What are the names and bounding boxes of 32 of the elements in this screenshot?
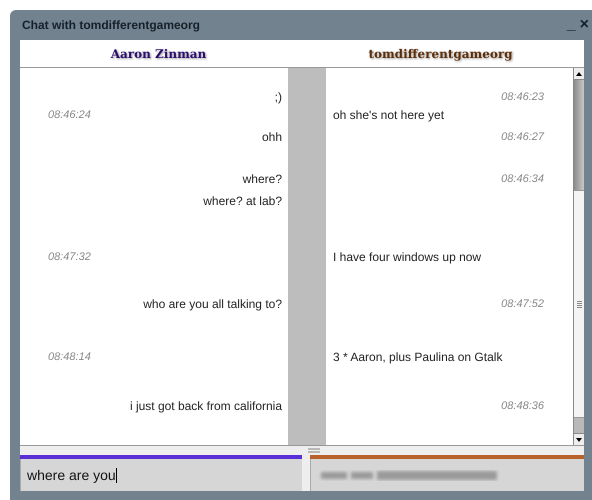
scroll-down-button[interactable] xyxy=(574,433,584,445)
message-text: i just got back from california xyxy=(130,398,282,415)
message-text: oh she's not here yet xyxy=(333,107,444,124)
up-arrow-icon xyxy=(576,72,582,76)
message-input[interactable]: where are you xyxy=(20,459,302,491)
resize-grip-icon[interactable] xyxy=(308,448,320,453)
timestamp: 08:46:24 xyxy=(48,108,91,123)
scroll-up-button[interactable] xyxy=(574,68,584,80)
timestamp: 08:48:14 xyxy=(48,350,91,365)
grip-icon xyxy=(576,300,582,308)
message-text: where? at lab? xyxy=(203,193,282,210)
timestamp: 08:47:32 xyxy=(48,250,91,265)
message-text: I have four windows up now xyxy=(333,249,482,266)
scroll-thumb[interactable] xyxy=(574,190,584,418)
minimize-button[interactable]: _ xyxy=(566,17,577,33)
participant-name: tomdifferentgameorg xyxy=(368,46,513,60)
message-text: ;) xyxy=(274,89,282,106)
close-button[interactable]: × xyxy=(578,17,590,33)
message-text: ohh xyxy=(262,129,282,146)
timestamp: 08:48:36 xyxy=(501,398,544,414)
message-text: 3 * Aaron, plus Paulina on Gtalk xyxy=(333,349,502,366)
down-arrow-icon xyxy=(576,438,582,442)
participant-name: Aaron Zinman xyxy=(110,46,206,60)
scrollbar[interactable] xyxy=(573,68,584,445)
window-title: Chat with tomdifferentgameorg xyxy=(22,17,202,34)
timestamp: 08:46:27 xyxy=(501,130,544,145)
timestamp: 08:46:23 xyxy=(501,90,544,105)
message-text: who are you all talking to? xyxy=(143,296,282,313)
timestamp: 08:46:34 xyxy=(501,172,544,187)
message-text: where? xyxy=(242,171,282,188)
timestamp: 08:47:52 xyxy=(501,296,544,312)
input-field[interactable] xyxy=(310,459,584,491)
